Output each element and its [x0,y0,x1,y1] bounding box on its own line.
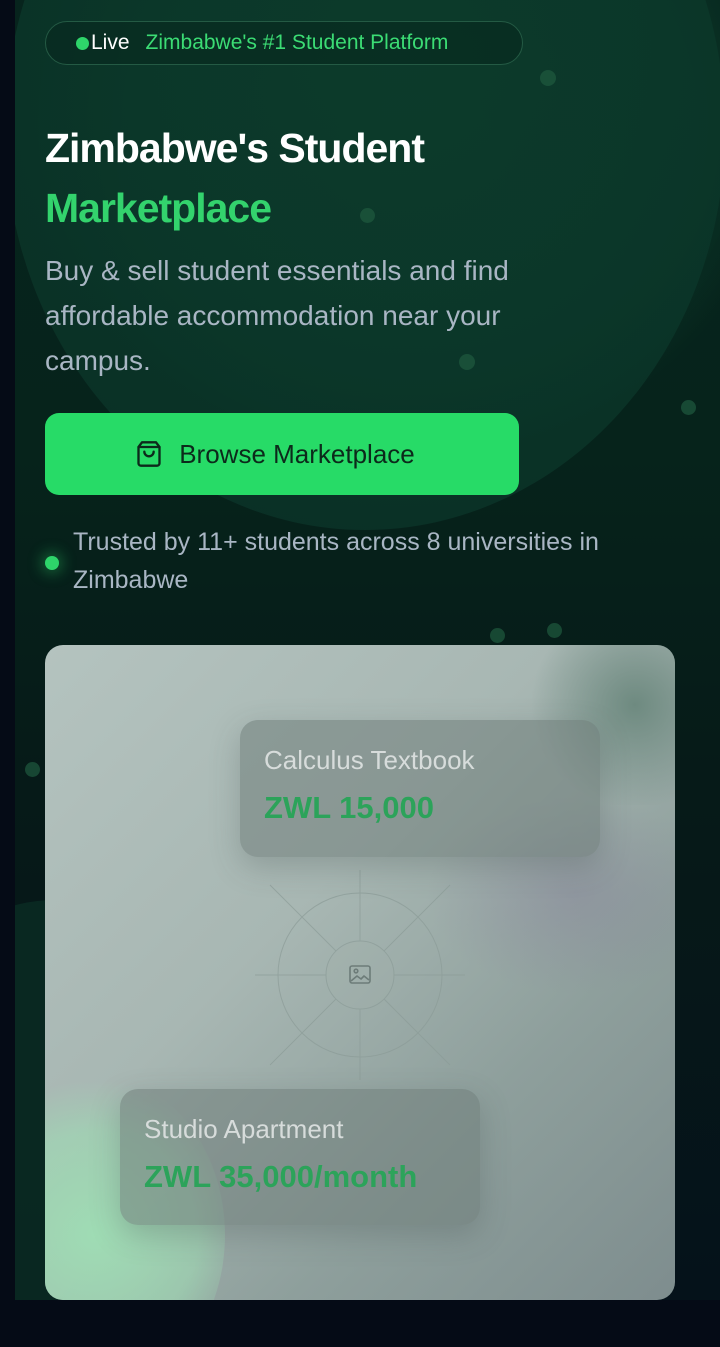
decorative-dot [25,762,40,777]
trust-indicator: Trusted by 11+ students across 8 univers… [45,523,685,599]
hero-section: Live Zimbabwe's #1 Student Platform Zimb… [15,0,720,1300]
trust-dot [45,556,59,570]
listing-price: ZWL 15,000 [264,790,435,825]
listing-price: ZWL 35,000/month [144,1159,418,1194]
trust-text: Trusted by 11+ students across 8 univers… [73,528,599,594]
listing-card-textbook[interactable]: Calculus Textbook ZWL 15,000 [240,720,600,857]
image-placeholder-graphic [255,870,465,1080]
title-line-1: Zimbabwe's Student [45,125,425,171]
listing-card-apartment[interactable]: Studio Apartment ZWL 35,000/month [120,1089,480,1225]
badge-text: Zimbabwe's #1 Student Platform [145,31,449,54]
title-line-2: Marketplace [45,185,272,231]
decorative-dot [490,628,505,643]
page: Live Zimbabwe's #1 Student Platform Zimb… [0,0,720,1347]
decorative-dot [547,623,562,638]
live-indicator-dot [76,36,89,50]
shopping-bag-icon [137,441,161,467]
showcase-image-placeholder: Calculus Textbook ZWL 15,000 Studio Apar… [45,645,675,1300]
listing-name: Studio Apartment [144,1114,344,1144]
listing-name: Calculus Textbook [264,745,475,775]
decorative-dot [540,70,556,86]
live-label: Live [91,31,130,54]
page-title: Zimbabwe's Student Marketplace [45,118,425,238]
platform-badge: Live Zimbabwe's #1 Student Platform [45,21,523,65]
browse-marketplace-label: Browse Marketplace [179,438,415,469]
browse-marketplace-button[interactable]: Browse Marketplace [45,413,519,495]
decorative-dot [681,400,696,415]
hero-subtitle: Buy & sell student essentials and find a… [45,255,509,376]
